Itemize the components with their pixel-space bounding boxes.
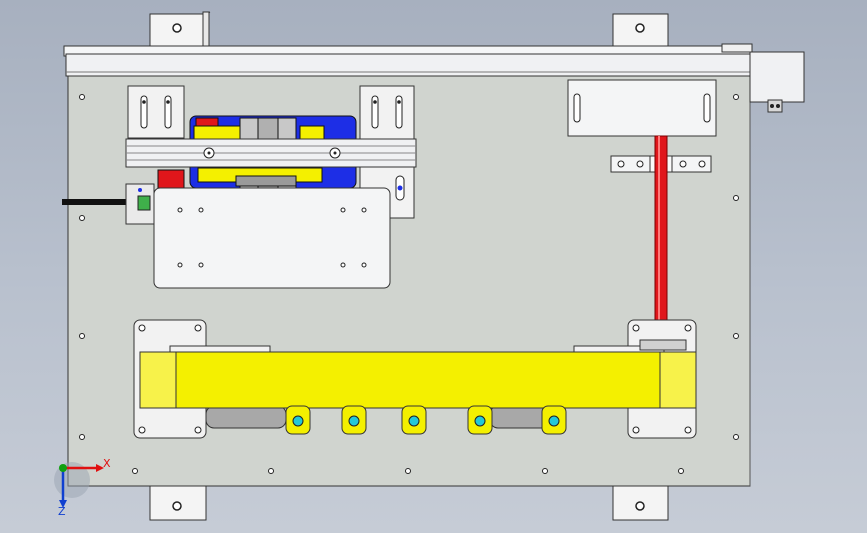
sensor-block[interactable] [125, 183, 155, 225]
belt-cleat [401, 405, 427, 435]
mounting-plate[interactable] [153, 187, 391, 289]
z-axis-label: Z [58, 505, 66, 518]
guide-block[interactable] [567, 79, 717, 137]
x-axis-label: X [103, 457, 111, 470]
top-frame-rail[interactable] [63, 45, 753, 77]
belt-cleat [285, 405, 311, 435]
mounting-foot-bottom-right[interactable] [612, 485, 669, 521]
clamp-bar[interactable] [125, 138, 417, 168]
axis-triad: X Z [54, 457, 111, 518]
motor-bracket-left[interactable] [127, 85, 185, 139]
mounting-foot-top-right[interactable] [612, 13, 669, 51]
mounting-foot-bottom-left[interactable] [149, 485, 207, 521]
cad-viewport[interactable]: X Z [0, 0, 867, 533]
cable[interactable] [62, 199, 130, 205]
cad-model-view[interactable]: X Z [0, 0, 867, 533]
mounting-foot-top-left[interactable] [149, 11, 211, 51]
belt-cleat [541, 405, 567, 435]
drive-rod[interactable] [654, 135, 668, 343]
belt-cleat [467, 405, 493, 435]
belt-cleat [341, 405, 367, 435]
